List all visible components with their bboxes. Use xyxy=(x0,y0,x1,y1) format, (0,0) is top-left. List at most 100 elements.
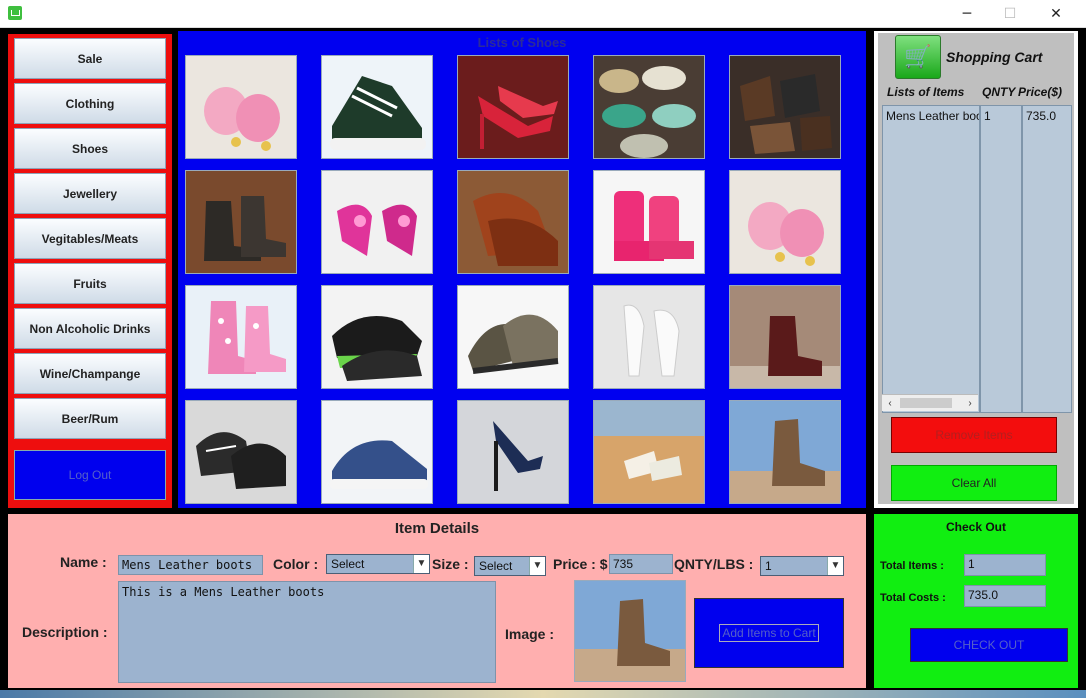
cart-header-qnty: QNTY xyxy=(982,85,1016,99)
mens-leather-boot-image xyxy=(730,419,840,503)
desktop-background-strip xyxy=(0,690,1086,698)
cart-item-price[interactable]: 735.0 xyxy=(1026,109,1068,123)
product-tile[interactable] xyxy=(729,285,841,389)
cart-title: Shopping Cart xyxy=(946,49,1043,65)
cart-horizontal-scrollbar[interactable]: ‹ › xyxy=(882,394,978,411)
category-wine-champange-button[interactable]: Wine/Champange xyxy=(14,353,166,394)
category-vegitables-meats-button[interactable]: Vegitables/Meats xyxy=(14,218,166,259)
category-sale-button[interactable]: Sale xyxy=(14,38,166,79)
product-tile[interactable] xyxy=(457,170,569,274)
name-label: Name : xyxy=(60,554,107,570)
product-tile[interactable] xyxy=(593,400,705,504)
category-jewellery-button[interactable]: Jewellery xyxy=(14,173,166,214)
burgundy-ankle-boot-image xyxy=(730,316,840,388)
product-tile[interactable] xyxy=(185,400,297,504)
category-beer-rum-button[interactable]: Beer/Rum xyxy=(14,398,166,439)
description-label: Description : xyxy=(22,624,108,640)
add-items-to-cart-button[interactable]: Add Items to Cart xyxy=(694,598,844,668)
title-bar: ─ ☐ ✕ xyxy=(0,0,1086,28)
product-tile[interactable] xyxy=(593,55,705,159)
logout-button[interactable]: Log Out xyxy=(14,450,166,500)
cart-item-qnty[interactable]: 1 xyxy=(984,109,1018,123)
chevron-down-icon[interactable]: ▼ xyxy=(827,557,843,575)
item-details-title: Item Details xyxy=(394,520,480,537)
product-tile[interactable] xyxy=(457,285,569,389)
product-tile[interactable] xyxy=(185,170,297,274)
cart-item-name[interactable]: Mens Leather boots xyxy=(886,109,979,123)
product-tile[interactable] xyxy=(729,400,841,504)
chevron-down-icon[interactable]: ▼ xyxy=(413,555,429,573)
minimize-button[interactable]: ─ xyxy=(944,0,990,28)
size-select[interactable]: Select ▼ xyxy=(474,556,546,576)
size-select-value: Select xyxy=(479,559,513,573)
product-tile[interactable] xyxy=(321,285,433,389)
product-tile[interactable] xyxy=(729,170,841,274)
checkout-button[interactable]: CHECK OUT xyxy=(910,628,1068,662)
black-sneakers-image xyxy=(196,432,286,489)
cart-header-price: Price($) xyxy=(1018,85,1063,99)
product-tile[interactable] xyxy=(593,285,705,389)
pink-pumps-image xyxy=(337,204,417,256)
color-select[interactable]: Select ▼ xyxy=(326,554,430,574)
checkout-panel: Check Out Total Items : 1 Total Costs : … xyxy=(874,514,1078,688)
product-tile[interactable] xyxy=(185,285,297,389)
scroll-thumb[interactable] xyxy=(900,398,952,408)
navy-sneaker-image xyxy=(330,440,428,489)
cart-inner: 🛒 Shopping Cart Lists of Items QNTY Pric… xyxy=(878,33,1074,504)
category-shoes-button[interactable]: Shoes xyxy=(14,128,166,169)
price-label: Price : $ xyxy=(553,556,608,572)
color-label: Color : xyxy=(273,556,319,572)
cart-qnty-list[interactable]: 1 xyxy=(980,105,1022,413)
scroll-right-icon[interactable]: › xyxy=(962,395,978,412)
cart-items-list[interactable]: Mens Leather boots xyxy=(882,105,980,413)
description-textarea[interactable]: This is a Mens Leather boots xyxy=(118,581,496,683)
product-tile[interactable] xyxy=(457,55,569,159)
pink-baby-shoes-image xyxy=(748,202,824,266)
category-fruits-button[interactable]: Fruits xyxy=(14,263,166,304)
work-boots-image xyxy=(204,196,286,261)
maximize-button[interactable]: ☐ xyxy=(987,0,1033,28)
product-tile[interactable] xyxy=(321,400,433,504)
pink-baby-shoes-image xyxy=(204,87,280,151)
converse-sneaker-image xyxy=(330,76,426,150)
chevron-down-icon[interactable]: ▼ xyxy=(529,557,545,575)
price-field[interactable]: 735 xyxy=(609,554,673,574)
qnty-select[interactable]: 1 ▼ xyxy=(760,556,844,576)
grid-title: Lists of Shoes xyxy=(477,35,567,50)
product-tile[interactable] xyxy=(185,55,297,159)
product-tile[interactable] xyxy=(457,400,569,504)
total-items-label: Total Items : xyxy=(880,560,944,572)
close-button[interactable]: ✕ xyxy=(1033,0,1079,28)
product-tile[interactable] xyxy=(593,170,705,274)
clear-all-button[interactable]: Clear All xyxy=(891,465,1057,501)
image-label: Image : xyxy=(505,626,555,642)
red-heels-image xyxy=(478,86,558,149)
size-label: Size : xyxy=(432,556,469,572)
add-items-label: Add Items to Cart xyxy=(719,624,819,642)
scroll-left-icon[interactable]: ‹ xyxy=(882,395,898,412)
product-tile[interactable] xyxy=(321,55,433,159)
shopping-cart-panel: 🛒 Shopping Cart Lists of Items QNTY Pric… xyxy=(874,31,1078,508)
white-wedding-heels-image xyxy=(623,304,680,377)
dress-shoes-image xyxy=(740,74,832,154)
cart-price-list[interactable]: 735.0 xyxy=(1022,105,1072,413)
category-clothing-button[interactable]: Clothing xyxy=(14,83,166,124)
product-tile[interactable] xyxy=(729,55,841,159)
item-image-preview xyxy=(574,580,686,682)
remove-items-button[interactable]: Remove Items xyxy=(891,417,1057,453)
category-non-alcoholic-drinks-button[interactable]: Non Alcoholic Drinks xyxy=(14,308,166,349)
name-field[interactable]: Mens Leather boots xyxy=(118,555,263,575)
pink-snow-boots-image xyxy=(614,191,694,261)
shoe-rack-image xyxy=(599,66,696,158)
pink-rain-boots-image xyxy=(208,301,286,374)
product-tile[interactable] xyxy=(321,170,433,274)
hiking-sandals-image xyxy=(468,314,559,374)
sandals-in-sand-image xyxy=(594,401,704,481)
mens-leather-boot-image xyxy=(575,599,685,681)
total-costs-field[interactable]: 735.0 xyxy=(964,585,1046,607)
color-select-value: Select xyxy=(331,557,365,571)
total-items-field[interactable]: 1 xyxy=(964,554,1046,576)
product-grid: Lists of Shoes xyxy=(178,31,866,508)
brown-oxfords-image xyxy=(473,193,558,266)
category-sidebar: Sale Clothing Shoes Jewellery Vegitables… xyxy=(8,34,172,508)
